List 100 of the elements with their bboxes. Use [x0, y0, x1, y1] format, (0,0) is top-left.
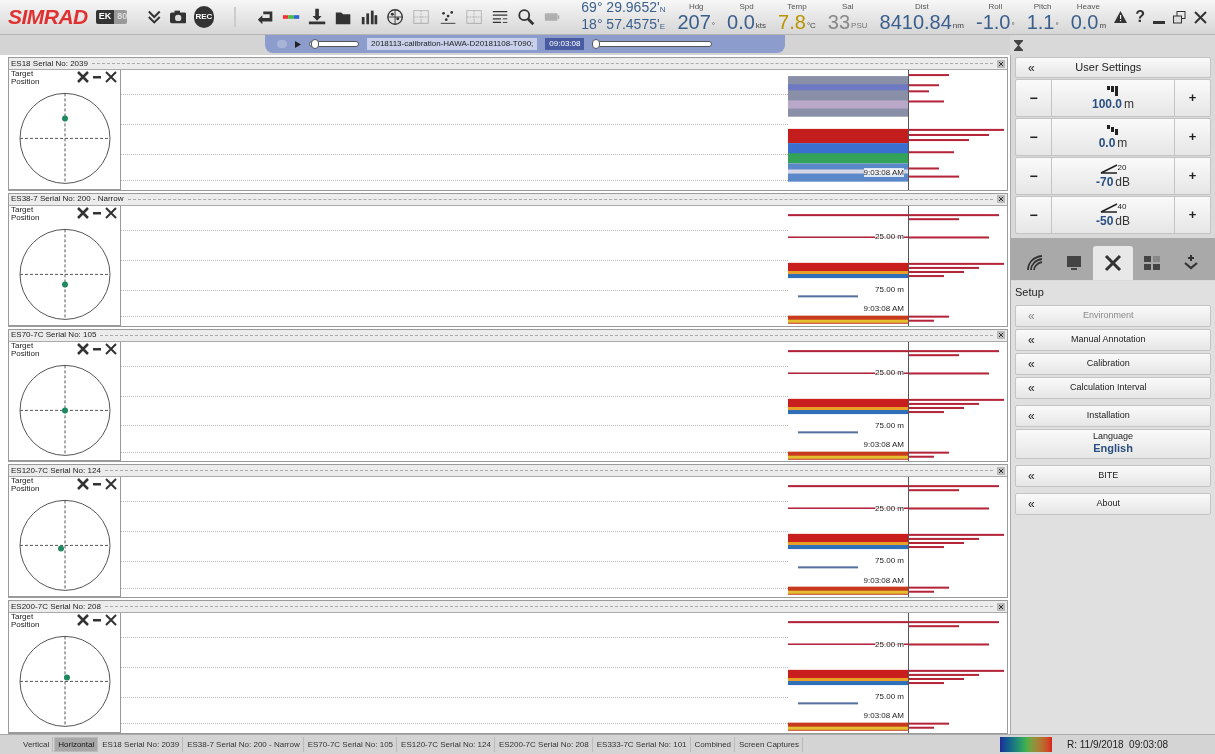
panel-title: ES200-7C Serial No: 208	[11, 601, 101, 612]
menu-item[interactable]: « Installation	[1015, 404, 1211, 427]
download-icon[interactable]	[307, 7, 327, 27]
readout-unit: nm	[952, 21, 964, 30]
camera-icon[interactable]	[169, 10, 186, 24]
readout-value: 0.0	[1070, 11, 1099, 32]
tvg-exponent: 20	[1117, 164, 1127, 172]
stepper-value: -70	[1096, 176, 1114, 188]
longitude-readout: 18° 57.4575'E	[581, 17, 666, 34]
target-label: Target Position	[11, 70, 41, 86]
close-icon[interactable]	[104, 613, 118, 628]
readout-unit: °	[711, 21, 715, 30]
panel-title: ES38-7 Serial No: 200 - Narrow	[11, 194, 124, 205]
view-tab[interactable]: ES18 Serial No: 2039	[99, 737, 184, 752]
view-tab[interactable]: Screen Captures	[736, 737, 804, 752]
view-tab[interactable]: Combined	[691, 737, 736, 752]
stepper-unit: dB	[1115, 176, 1130, 188]
depth-label: 25.00 m	[875, 232, 904, 242]
tvg-exponent: 40	[1117, 203, 1127, 211]
readout-label: Temp	[787, 2, 807, 11]
close-icon[interactable]	[1194, 10, 1207, 24]
stepper-unit: m	[1124, 98, 1134, 110]
depth-label: 25.00 m	[875, 503, 904, 513]
minus-button[interactable]: −	[1016, 80, 1052, 116]
readout-label: Dist	[914, 2, 929, 11]
depth-label: 75.00 m	[875, 420, 904, 430]
time-label: 9:03:08 AM	[863, 439, 904, 449]
readout-unit: kts	[755, 21, 767, 30]
stepper-value: 100.0	[1092, 98, 1122, 110]
view-tab[interactable]: Horizontal	[54, 737, 99, 752]
hourglass-icon[interactable]	[1014, 39, 1023, 51]
view-tab[interactable]: ES120-7C Serial No: 124	[398, 737, 495, 752]
play-icon[interactable]	[295, 40, 301, 48]
view-tab[interactable]: ES70-7C Serial No: 105	[304, 737, 398, 752]
time-label: 9:03:08 AM	[863, 168, 904, 178]
slider-track[interactable]	[592, 41, 713, 47]
time-label: 9:03:08 AM	[863, 575, 904, 585]
zoom-icon[interactable]	[517, 7, 536, 27]
target-label: Target Position	[11, 477, 41, 494]
readout-unit: m	[1099, 21, 1107, 30]
language-selector[interactable]: Language English	[1015, 428, 1211, 459]
view-tab[interactable]: ES38-7 Serial No: 200 - Narrow	[184, 737, 304, 752]
readout-label: Sal	[841, 2, 854, 11]
depth-label: 25.00 m	[875, 639, 904, 649]
color-scale	[1000, 737, 1052, 752]
minus-button[interactable]: −	[1016, 197, 1052, 233]
plus-button[interactable]: +	[1174, 80, 1210, 116]
depth-label: 75.00 m	[875, 284, 904, 294]
depth-label: 75.00 m	[875, 692, 904, 702]
section-title: Setup	[1015, 285, 1045, 300]
readout-label: Hdg	[688, 2, 704, 11]
depth-label: 25.00 m	[875, 367, 904, 377]
stepper-value: -50	[1096, 215, 1114, 227]
restore-icon[interactable]	[1173, 10, 1186, 24]
readout-label: Pitch	[1033, 2, 1052, 11]
plus-button[interactable]: +	[1174, 158, 1210, 194]
range-icon	[1107, 86, 1119, 96]
close-icon[interactable]	[104, 341, 118, 356]
menu-item[interactable]: « Calibration	[1015, 352, 1211, 375]
view-tab[interactable]: Vertical	[20, 737, 54, 752]
close-icon[interactable]	[997, 602, 1005, 611]
slider-thumb[interactable]	[310, 39, 319, 49]
panel-title: ES70-7C Serial No: 105	[11, 330, 97, 341]
user-settings-button[interactable]: « User Settings	[1015, 57, 1211, 78]
close-icon[interactable]	[997, 59, 1005, 68]
close-icon[interactable]	[997, 466, 1005, 475]
replay-time: R: 11/9/2018 09:03:08	[1067, 738, 1169, 752]
close-icon[interactable]	[104, 477, 118, 492]
menu-item[interactable]: « Calculation Interval	[1015, 376, 1211, 399]
plus-button[interactable]: +	[1174, 197, 1210, 233]
stepper-unit: dB	[1115, 215, 1130, 227]
menu-item[interactable]: « About	[1015, 492, 1211, 515]
brand-logo: SIMRAD	[8, 4, 88, 31]
view-tab[interactable]: ES333-7C Serial No: 101	[593, 737, 691, 752]
minus-button[interactable]: −	[1016, 158, 1052, 194]
record-button[interactable]: REC	[193, 6, 214, 28]
slider-thumb[interactable]	[591, 39, 600, 49]
setup-tab[interactable]	[1093, 246, 1133, 280]
menu-item[interactable]: « Manual Annotation	[1015, 328, 1211, 351]
angle-icon	[1099, 164, 1118, 174]
view-tab[interactable]: ES200-7C Serial No: 208	[495, 737, 593, 752]
crosshair-icon[interactable]	[386, 7, 405, 27]
target-label: Target Position	[11, 341, 41, 358]
close-icon[interactable]	[997, 331, 1005, 340]
minus-button[interactable]: −	[1016, 119, 1052, 155]
double-chevron-icon[interactable]	[147, 8, 162, 26]
close-icon[interactable]	[104, 205, 118, 220]
warning-icon[interactable]	[1114, 11, 1128, 23]
stepper-unit: m	[1117, 137, 1128, 149]
help-button[interactable]: ?	[1135, 5, 1145, 29]
stepper-value: 0.0	[1098, 137, 1116, 149]
slider-track[interactable]	[309, 41, 359, 47]
plus-button[interactable]: +	[1174, 119, 1210, 155]
time-label: 9:03:08 AM	[863, 304, 904, 313]
readout-unit: °C	[806, 21, 816, 30]
readout-unit: PSU	[851, 21, 868, 30]
readout-unit: °	[1055, 21, 1059, 30]
close-icon[interactable]	[997, 195, 1005, 204]
menu-item[interactable]: « BITE	[1015, 464, 1211, 487]
close-icon[interactable]	[104, 70, 118, 84]
